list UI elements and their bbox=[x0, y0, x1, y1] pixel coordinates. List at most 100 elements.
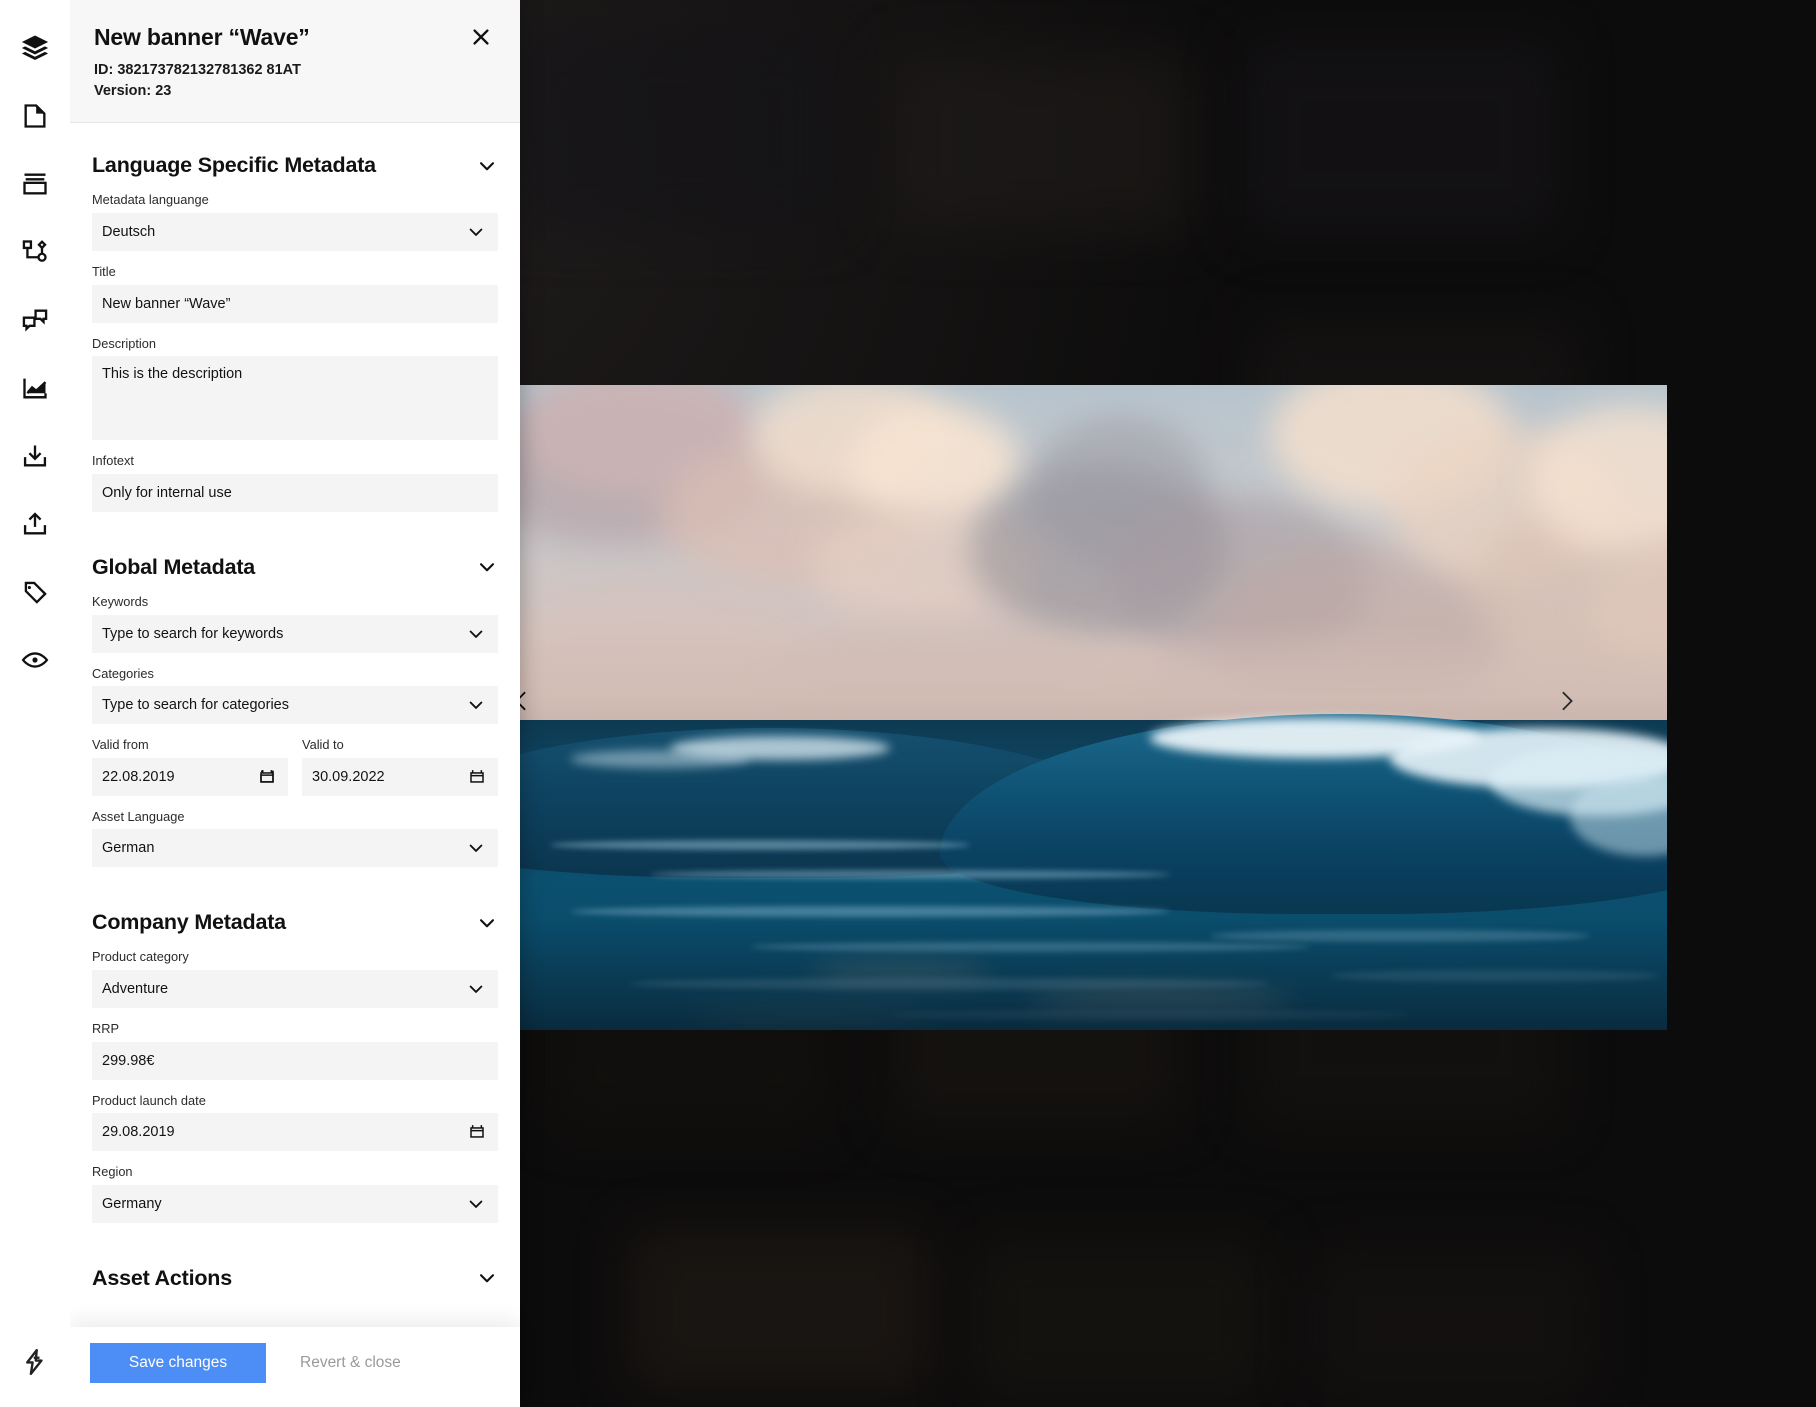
field-value: 22.08.2019 bbox=[102, 769, 258, 785]
panel-scroll-area[interactable]: Language Specific Metadata Metadata lang… bbox=[70, 123, 520, 1327]
chevron-down-icon bbox=[466, 838, 486, 858]
metadata-panel: New banner “Wave” ID: 382173782132781362… bbox=[70, 0, 520, 1407]
tag-icon bbox=[21, 578, 49, 606]
sidebar-item-automation[interactable] bbox=[0, 1321, 70, 1407]
sidebar-item-tags[interactable] bbox=[0, 558, 70, 626]
field-title: Title New banner “Wave” bbox=[92, 264, 498, 323]
field-value: Deutsch bbox=[102, 224, 466, 240]
revert-and-close-button[interactable]: Revert & close bbox=[276, 1343, 425, 1383]
title-input[interactable]: New banner “Wave” bbox=[92, 285, 498, 323]
field-valid-to: Valid to 30.09.2022 bbox=[302, 737, 498, 796]
sidebar-item-comments[interactable] bbox=[0, 286, 70, 354]
field-value: Type to search for keywords bbox=[102, 626, 466, 642]
next-asset-button[interactable] bbox=[1540, 677, 1594, 731]
field-label: Valid to bbox=[302, 737, 498, 754]
rrp-input[interactable]: 299.98€ bbox=[92, 1042, 498, 1080]
asset-version: Version: 23 bbox=[94, 81, 494, 102]
field-value: 30.09.2022 bbox=[312, 769, 468, 785]
field-value: Only for internal use bbox=[102, 485, 486, 501]
field-product-category: Product category Adventure bbox=[92, 949, 498, 1008]
field-region: Region Germany bbox=[92, 1164, 498, 1223]
product-category-select[interactable]: Adventure bbox=[92, 970, 498, 1008]
chevron-down-icon bbox=[476, 155, 498, 177]
section-global-metadata[interactable]: Global Metadata bbox=[92, 525, 498, 594]
save-changes-button[interactable]: Save changes bbox=[90, 1343, 266, 1383]
chevron-down-icon bbox=[476, 556, 498, 578]
field-value: Adventure bbox=[102, 981, 466, 997]
asset-language-select[interactable]: German bbox=[92, 829, 498, 867]
sidebar-item-files[interactable] bbox=[0, 82, 70, 150]
archive-icon bbox=[21, 170, 49, 198]
field-label: Region bbox=[92, 1164, 498, 1181]
file-icon bbox=[21, 102, 49, 130]
close-button[interactable] bbox=[468, 26, 494, 52]
section-company-metadata[interactable]: Company Metadata bbox=[92, 880, 498, 949]
description-textarea[interactable]: This is the description bbox=[92, 356, 498, 440]
infotext-input[interactable]: Only for internal use bbox=[92, 474, 498, 512]
field-infotext: Infotext Only for internal use bbox=[92, 453, 498, 512]
valid-to-date-input[interactable]: 30.09.2022 bbox=[302, 758, 498, 796]
field-label: Title bbox=[92, 264, 498, 281]
field-value: Germany bbox=[102, 1196, 466, 1212]
panel-footer: Save changes Revert & close bbox=[70, 1327, 520, 1407]
field-value: 299.98€ bbox=[102, 1053, 486, 1069]
categories-select[interactable]: Type to search for categories bbox=[92, 686, 498, 724]
field-value: New banner “Wave” bbox=[102, 296, 486, 312]
section-title: Company Metadata bbox=[92, 910, 286, 935]
sidebar-item-workflow[interactable] bbox=[0, 218, 70, 286]
workflow-icon bbox=[21, 238, 49, 266]
comments-icon bbox=[21, 306, 49, 334]
chevron-down-icon bbox=[466, 1194, 486, 1214]
panel-header: New banner “Wave” ID: 382173782132781362… bbox=[70, 0, 520, 123]
field-metadata-language: Metadata languange Deutsch bbox=[92, 192, 498, 251]
sidebar-item-preview[interactable] bbox=[0, 626, 70, 694]
icon-sidebar bbox=[0, 0, 70, 1407]
field-value: German bbox=[102, 840, 466, 856]
field-label: Asset Language bbox=[92, 809, 498, 826]
field-asset-language: Asset Language German bbox=[92, 809, 498, 868]
sidebar-item-layers[interactable] bbox=[0, 14, 70, 82]
valid-from-date-input[interactable]: 22.08.2019 bbox=[92, 758, 288, 796]
sidebar-item-analytics[interactable] bbox=[0, 354, 70, 422]
chevron-down-icon bbox=[466, 979, 486, 999]
section-title: Language Specific Metadata bbox=[92, 153, 376, 178]
field-value: Type to search for categories bbox=[102, 697, 466, 713]
sidebar-item-archive[interactable] bbox=[0, 150, 70, 218]
eye-icon bbox=[21, 646, 49, 674]
chart-icon bbox=[21, 374, 49, 402]
chevron-down-icon bbox=[466, 695, 486, 715]
field-categories: Categories Type to search for categories bbox=[92, 666, 498, 725]
field-label: Description bbox=[92, 336, 498, 353]
field-label: Product category bbox=[92, 949, 498, 966]
section-asset-actions[interactable]: Asset Actions bbox=[92, 1236, 498, 1305]
metadata-language-select[interactable]: Deutsch bbox=[92, 213, 498, 251]
region-select[interactable]: Germany bbox=[92, 1185, 498, 1223]
keywords-select[interactable]: Type to search for keywords bbox=[92, 615, 498, 653]
product-launch-date-input[interactable]: 29.08.2019 bbox=[92, 1113, 498, 1151]
close-icon bbox=[470, 26, 492, 53]
download-icon bbox=[21, 442, 49, 470]
page-title: New banner “Wave” bbox=[94, 24, 494, 50]
app-root: New banner “Wave” ID: 382173782132781362… bbox=[0, 0, 1816, 1407]
sidebar-item-uploads[interactable] bbox=[0, 490, 70, 558]
asset-image[interactable] bbox=[510, 385, 1667, 1030]
field-label: RRP bbox=[92, 1021, 498, 1038]
calendar-icon[interactable] bbox=[258, 768, 276, 786]
field-valid-from: Valid from 22.08.2019 bbox=[92, 737, 288, 796]
photo-sky bbox=[510, 385, 1667, 746]
chevron-down-icon bbox=[476, 1267, 498, 1289]
field-value: This is the description bbox=[102, 366, 486, 382]
section-language-specific-metadata[interactable]: Language Specific Metadata bbox=[92, 123, 498, 192]
field-label: Keywords bbox=[92, 594, 498, 611]
calendar-icon[interactable] bbox=[468, 768, 486, 786]
calendar-icon[interactable] bbox=[468, 1123, 486, 1141]
chevron-down-icon bbox=[466, 624, 486, 644]
field-product-launch-date: Product launch date 29.08.2019 bbox=[92, 1093, 498, 1152]
field-rrp: RRP 299.98€ bbox=[92, 1021, 498, 1080]
field-label: Valid from bbox=[92, 737, 288, 754]
sidebar-item-downloads[interactable] bbox=[0, 422, 70, 490]
field-label: Metadata languange bbox=[92, 192, 498, 209]
field-keywords: Keywords Type to search for keywords bbox=[92, 594, 498, 653]
field-label: Product launch date bbox=[92, 1093, 498, 1110]
lightning-icon bbox=[20, 1347, 50, 1382]
